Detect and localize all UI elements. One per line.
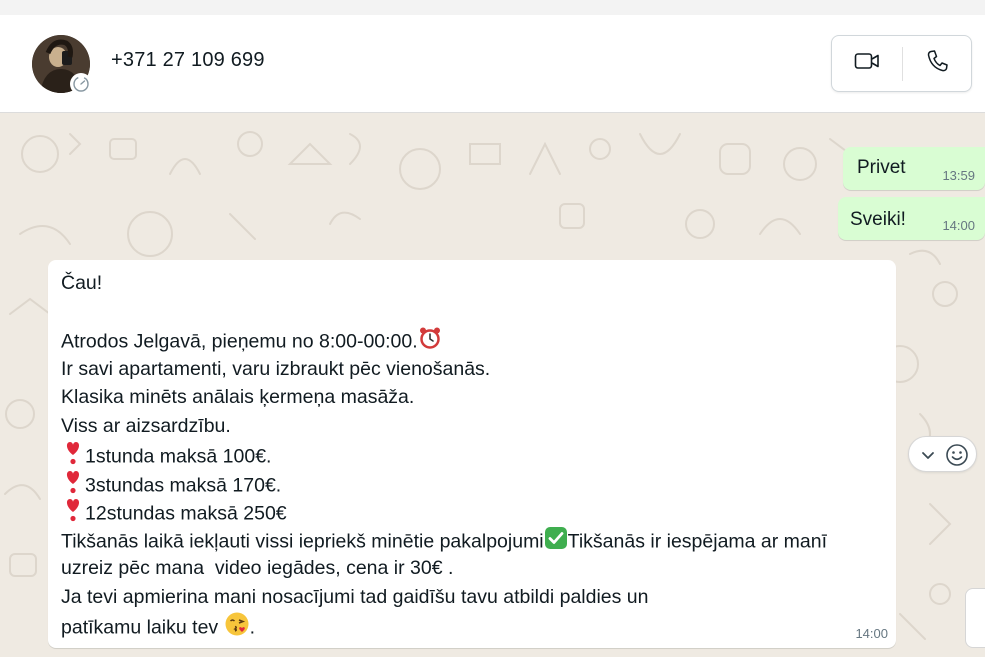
message-reaction-controls [908, 436, 977, 472]
message-time: 13:59 [942, 168, 975, 183]
video-camera-icon [854, 51, 880, 76]
video-call-button[interactable] [832, 36, 902, 91]
status-ring-icon [70, 73, 92, 95]
outgoing-message[interactable]: Privet 13:59 [843, 147, 985, 190]
message-line: Atrodos Jelgavā, pieņemu no 8:00-00:00. [61, 326, 881, 355]
voice-call-button[interactable] [902, 36, 972, 91]
message-time: 14:00 [855, 626, 888, 641]
message-line: Ir savi apartamenti, varu izbraukt pēc v… [61, 357, 491, 380]
message-body: Čau! Atrodos Jelgavā, pieņemu no 8:00-00… [61, 269, 881, 640]
message-line: Viss ar aizsardzību. [61, 414, 231, 437]
scroll-down-button[interactable] [965, 588, 985, 648]
chevron-down-icon[interactable] [919, 446, 937, 469]
message-line: 1stunda maksā 100€. [61, 440, 881, 469]
alarm-clock-emoji [418, 326, 442, 359]
message-text: Sveiki! [850, 209, 906, 230]
message-time: 14:00 [942, 218, 975, 233]
message-line: 3stundas maksā 170€. [61, 469, 881, 498]
outgoing-message[interactable]: Sveiki! 14:00 [838, 197, 985, 240]
message-line: Tikšanās laikā iekļauti vissi iepriekš m… [61, 526, 881, 555]
message-line: Ja tevi apmierina mani nosacījumi tad ga… [61, 585, 649, 608]
contact-name[interactable]: +371 27 109 699 [111, 49, 265, 72]
chat-area[interactable]: Privet 13:59 Sveiki! 14:00 Čau! Atrodos … [0, 114, 985, 657]
message-text: Privet [857, 157, 906, 178]
kissing-face-emoji [224, 611, 250, 646]
message-line: uzreiz pēc mana video iegādes, cena ir 3… [61, 557, 454, 579]
phone-icon [926, 49, 948, 78]
message-line: patīkamu laiku tev . [61, 611, 881, 640]
chat-header: +371 27 109 699 [0, 15, 985, 113]
smiley-icon[interactable] [945, 443, 969, 472]
message-line [61, 298, 881, 327]
window-top-strip [0, 0, 985, 16]
message-line: Klasika minēts anālais ķermeņa masāža. [61, 386, 415, 408]
incoming-message[interactable]: Čau! Atrodos Jelgavā, pieņemu no 8:00-00… [48, 260, 896, 648]
message-line: 12stundas maksā 250€ [61, 497, 881, 526]
check-mark-button-emoji [544, 526, 568, 559]
message-line: Čau! [61, 272, 103, 294]
call-buttons-group [831, 35, 972, 92]
